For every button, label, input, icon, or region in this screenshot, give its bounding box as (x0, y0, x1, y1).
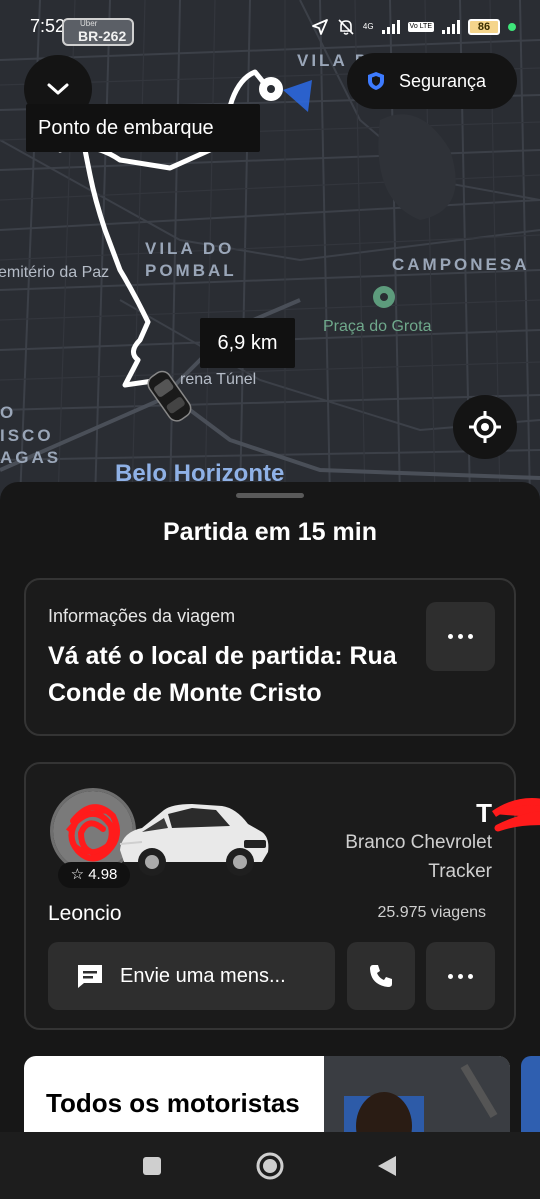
map-label-isco: ISCO (0, 426, 54, 445)
status-bar: 7:52 Uber BR-262 4G Vo LTE 86 (0, 0, 540, 56)
back-triangle-icon (378, 1156, 396, 1176)
trip-info-subtitle: Informações da viagem (48, 606, 236, 626)
map-label-camponesa: CAMPONESA (392, 255, 530, 274)
map-label-o: O (0, 403, 17, 422)
car-photo (119, 804, 269, 876)
volte-icon: Vo LTE (407, 22, 434, 32)
distance-label: 6,9 km (200, 318, 295, 368)
map-label-vila-do: VILA DO (145, 239, 235, 258)
battery-icon: 86 (468, 19, 500, 35)
trip-info-card[interactable]: Informações da viagem Vá até o local de … (24, 578, 516, 736)
pickup-label: Ponto de embarque (26, 104, 260, 152)
map-label-agas: AGAS (0, 448, 62, 467)
driver-name: Leoncio (48, 902, 122, 925)
more-dot-icon (448, 973, 453, 979)
map-label-pombal: POMBAL (145, 261, 237, 280)
security-label: Segurança (399, 70, 487, 91)
driver-rating-value: 4.98 (88, 866, 118, 883)
promo-title: Todos os motoristas (46, 1088, 300, 1118)
driver-more-button[interactable] (426, 942, 495, 1010)
home-button[interactable] (252, 1148, 288, 1184)
send-message-label: Envie uma mens... (120, 964, 286, 987)
driver-rating: ☆ 4.98 (58, 862, 130, 888)
map-label-praca: Praça do Grota (323, 318, 432, 335)
status-time: 7:52 (30, 16, 66, 36)
sheet-drag-handle[interactable] (236, 493, 304, 498)
promo-photo (324, 1056, 510, 1132)
call-driver-button[interactable] (347, 942, 415, 1010)
home-circle-icon (256, 1152, 284, 1180)
send-message-button[interactable]: Envie uma mens... (48, 942, 335, 1010)
signal-strength-2-icon (442, 20, 460, 34)
system-nav-bar (0, 1132, 540, 1199)
promo-next-card[interactable] (521, 1056, 540, 1132)
road-badge-text: BR-262 (78, 28, 127, 44)
car-marker-icon (147, 370, 192, 422)
trip-sheet[interactable]: Partida em 15 min Informações da viagem … (0, 482, 540, 1132)
more-dot-icon (468, 634, 473, 639)
status-icons: 4G Vo LTE 86 (311, 16, 516, 38)
square-icon (143, 1157, 161, 1175)
privacy-dot-icon (508, 23, 516, 31)
crosshair-icon (469, 411, 501, 443)
car-model: Branco Chevrolet Tracker (345, 832, 492, 882)
promo-photo-image (324, 1056, 510, 1132)
star-icon: ☆ (70, 866, 85, 883)
chevron-down-icon (47, 83, 69, 95)
signal-strength-icon (381, 20, 400, 34)
more-dot-icon (448, 634, 453, 639)
location-arrow-icon (311, 19, 328, 35)
map-view[interactable]: VILA P VILA DO POMBAL emitério da Paz CA… (0, 0, 540, 500)
map-label-cemiterio: emitério da Paz (0, 264, 110, 281)
network-4g: 4G (362, 22, 374, 31)
message-icon (78, 965, 102, 988)
recents-button[interactable] (134, 1148, 170, 1184)
promo-card[interactable]: Todos os motoristas (24, 1056, 510, 1132)
phone-icon (370, 965, 392, 987)
driver-trips: 25.975 viagens (377, 904, 486, 921)
shield-icon (368, 72, 384, 90)
trip-info-instruction: Vá até o local de partida: Rua Conde de … (48, 642, 397, 707)
trip-info-more-button[interactable] (426, 602, 495, 671)
more-dot-icon (458, 634, 463, 639)
driver-card[interactable]: ☆ 4.98 T Branco Chevrolet Tracker Leonci… (24, 762, 540, 1030)
road-badge-small: Uber (80, 19, 98, 28)
more-dot-icon (458, 973, 463, 979)
sheet-title: Partida em 15 min (163, 518, 377, 546)
more-dot-icon (468, 973, 473, 979)
bell-off-icon (338, 19, 354, 35)
license-plate: T (476, 798, 540, 832)
security-button[interactable]: Segurança (347, 53, 517, 109)
back-button[interactable] (369, 1148, 405, 1184)
plate-scribble-icon (492, 798, 540, 832)
recenter-button[interactable] (453, 395, 517, 459)
road-badge: Uber BR-262 (62, 18, 134, 46)
